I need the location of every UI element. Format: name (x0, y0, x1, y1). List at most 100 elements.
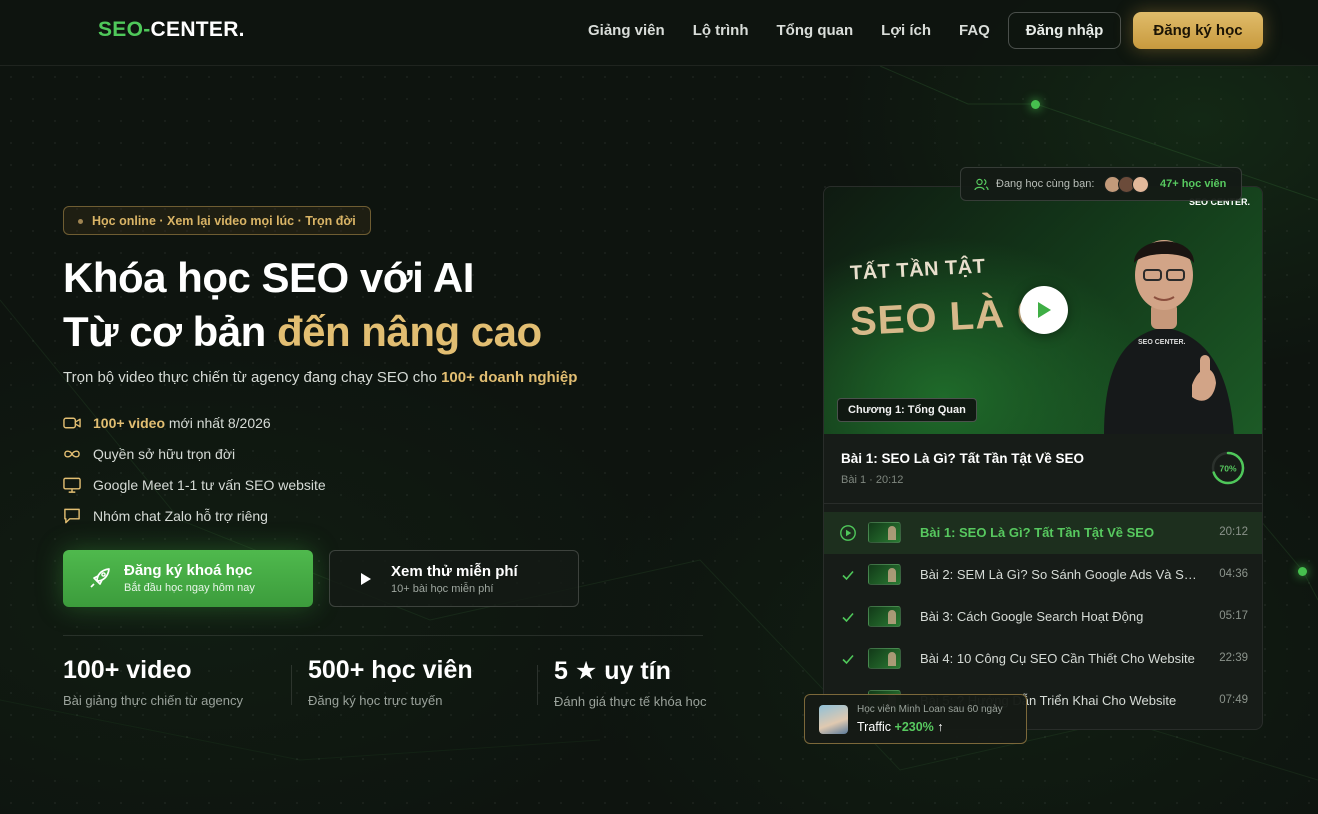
chat-bubble-icon (63, 507, 81, 525)
subtitle-gold: 100+ doanh nghiệp (441, 369, 578, 386)
lesson-title: Bài 3: Cách Google Search Hoạt Động (920, 609, 1144, 624)
enroll-cta-subtitle: Bắt đầu học ngay hôm nay (124, 582, 255, 594)
progress-ring: 70% (1211, 451, 1245, 485)
feature-text: Google Meet 1-1 tư vấn SEO website (93, 477, 326, 493)
monitor-icon (63, 476, 81, 494)
learners-count: 47+ học viên (1160, 178, 1227, 190)
stat-value: 5 ★ uy tín (554, 657, 671, 685)
rocket-icon (89, 567, 111, 594)
feature-text: Quyền sở hữu trọn đời (93, 446, 236, 462)
free-preview-button[interactable]: Xem thử miễn phí 10+ bài học miễn phí (329, 550, 579, 607)
nav-benefits[interactable]: Lợi ích (881, 22, 931, 39)
hero-subtitle: Trọn bộ video thực chiến từ agency đang … (63, 369, 577, 386)
lesson-duration: 05:17 (1219, 610, 1248, 622)
chapter-badge: Chương 1: Tổng Quan (837, 398, 977, 422)
lesson-thumbnail (868, 606, 901, 627)
lesson-row[interactable]: Bài 1: SEO Là Gì? Tất Tần Tật Về SEO 20:… (824, 512, 1262, 554)
thumbnail-text-line1: TẤT TẦN TẬT (849, 255, 986, 285)
avatar (1132, 176, 1149, 193)
infinity-icon (63, 445, 81, 463)
site-logo[interactable]: SEO-CENTER. (98, 18, 245, 42)
feature-item-meet: Google Meet 1-1 tư vấn SEO website (63, 476, 326, 494)
enroll-cta-title: Đăng ký khoá học (124, 562, 253, 579)
nav-roadmap[interactable]: Lộ trình (693, 22, 749, 39)
hero-title: Khóa học SEO với AI Từ cơ bản đến nâng c… (63, 251, 542, 359)
instructor-image (1104, 240, 1234, 434)
logo-dash: - (143, 18, 151, 41)
traffic-value: +230% (894, 720, 934, 734)
learning-together-badge: Đang học cùng bạn: 47+ học viên (960, 167, 1242, 201)
play-icon (1038, 302, 1051, 318)
current-lesson-panel: Bài 1: SEO Là Gì? Tất Tần Tật Về SEO Bài… (824, 434, 1262, 504)
feature-text: 100+ video mới nhất 8/2026 (93, 415, 271, 431)
stats-divider (63, 635, 703, 636)
feature-pill: Học online · Xem lại video mọi lúc · Trọ… (63, 206, 371, 235)
stat-value: 100+ video (63, 656, 192, 684)
stat-separator (537, 665, 538, 705)
decor-dot (1031, 100, 1040, 109)
play-icon (360, 572, 372, 591)
nav-instructors[interactable]: Giảng viên (588, 22, 665, 39)
stat-label: Đăng ký học trực tuyến (308, 693, 443, 708)
title-plain: Từ cơ bản (63, 308, 277, 355)
lesson-thumbnail (868, 564, 901, 585)
stat-label: Đánh giá thực tế khóa học (554, 694, 707, 709)
stat-value: 500+ học viên (308, 656, 473, 684)
lesson-row[interactable]: Bài 3: Cách Google Search Hoạt Động 05:1… (824, 596, 1262, 638)
feature-text: Nhóm chat Zalo hỗ trợ riêng (93, 508, 268, 524)
progress-label: 70% (1219, 464, 1236, 474)
traffic-label: Traffic (857, 720, 895, 734)
login-button[interactable]: Đăng nhập (1008, 12, 1121, 49)
thumbnail-text-line2: SEO LÀ G (848, 289, 1051, 345)
check-icon (842, 612, 854, 623)
free-preview-subtitle: 10+ bài học miễn phí (391, 583, 494, 595)
subtitle-plain: Trọn bộ video thực chiến từ agency đang … (63, 369, 442, 386)
register-button[interactable]: Đăng ký học (1133, 12, 1263, 49)
learning-together-label: Đang học cùng bạn: (996, 178, 1095, 190)
lesson-thumbnail (868, 648, 901, 669)
shirt-logo: SEO CENTER. (1138, 339, 1186, 346)
lesson-duration: 07:49 (1219, 694, 1248, 706)
feature-highlight: 100+ video (93, 415, 165, 431)
nav-faq[interactable]: FAQ (959, 22, 990, 39)
stat-separator (291, 665, 292, 705)
lesson-duration: 20:12 (1219, 526, 1248, 538)
stat-students: 500+ học viên Đăng ký học trực tuyến (308, 656, 473, 708)
free-preview-title: Xem thử miễn phí (391, 563, 518, 580)
check-icon (842, 654, 854, 665)
decor-dot (1298, 567, 1307, 576)
main-nav: Giảng viên Lộ trình Tổng quan Lợi ích FA… (588, 22, 990, 39)
nav-overview[interactable]: Tổng quan (777, 22, 854, 39)
title-gold: đến nâng cao (276, 308, 542, 355)
lesson-title: Bài 1: SEO Là Gì? Tất Tần Tật Về SEO (920, 525, 1155, 540)
lesson-title: Bài 4: 10 Công Cụ SEO Cần Thiết Cho Webs… (920, 651, 1195, 666)
logo-center: CENTER. (150, 18, 245, 41)
lesson-duration: 04:36 (1219, 568, 1248, 580)
lesson-row[interactable]: Bài 2: SEM Là Gì? So Sánh Google Ads Và … (824, 554, 1262, 596)
lesson-thumbnail (868, 522, 901, 543)
testimonial-toast: Học viên Minh Loan sau 60 ngày Traffic +… (804, 694, 1027, 744)
feature-item-videos: 100+ video mới nhất 8/2026 (63, 414, 271, 432)
toast-caption: Học viên Minh Loan sau 60 ngày (857, 704, 1003, 715)
current-lesson-title: Bài 1: SEO Là Gì? Tất Tần Tật Về SEO (841, 451, 1085, 466)
course-player-card: SEO CENTER. TẤT TẦN TẬT SEO LÀ G SEO CEN… (823, 186, 1263, 730)
stat-label: Bài giảng thực chiến từ agency (63, 693, 244, 708)
play-button[interactable] (1020, 286, 1068, 334)
toast-traffic: Traffic +230% ↑ (857, 720, 944, 734)
check-icon (842, 570, 854, 581)
feature-item-lifetime: Quyền sở hữu trọn đời (63, 445, 235, 463)
video-thumbnail[interactable]: SEO CENTER. TẤT TẦN TẬT SEO LÀ G SEO CEN… (824, 187, 1262, 434)
logo-seo: SEO (98, 18, 144, 41)
feature-rest: mới nhất 8/2026 (165, 415, 271, 431)
stat-rating: 5 ★ uy tín Đánh giá thực tế khóa học (554, 656, 707, 709)
lesson-row[interactable]: Bài 4: 10 Công Cụ SEO Cần Thiết Cho Webs… (824, 638, 1262, 680)
users-icon (974, 178, 989, 191)
enroll-cta-button[interactable]: Đăng ký khoá học Bắt đầu học ngay hôm na… (63, 550, 313, 607)
stat-videos: 100+ video Bài giảng thực chiến từ agenc… (63, 656, 243, 708)
arrow-up-icon: ↑ (937, 720, 944, 734)
top-navbar: SEO-CENTER. Giảng viên Lộ trình Tổng qua… (0, 0, 1318, 66)
feature-item-chat: Nhóm chat Zalo hỗ trợ riêng (63, 507, 268, 525)
playing-icon (840, 525, 856, 541)
current-lesson-meta: Bài 1 · 20:12 (841, 474, 904, 486)
video-camera-icon (63, 414, 81, 432)
